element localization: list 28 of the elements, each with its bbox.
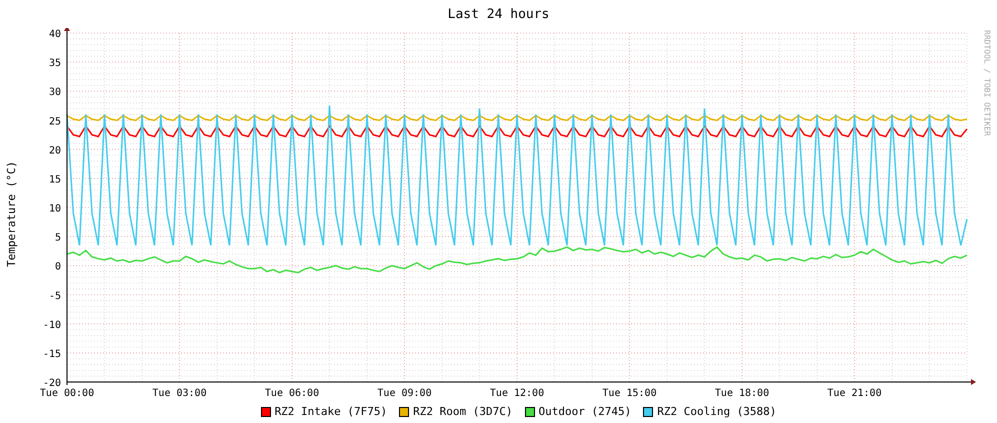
- legend-label: RZ2 Cooling (3588): [657, 405, 776, 418]
- axis-label: 30: [48, 87, 61, 98]
- axis-label: 5: [54, 232, 61, 244]
- axis-label: Tue 09:00: [377, 388, 432, 399]
- axis-label: 10: [48, 204, 61, 214]
- axis-label: 20: [48, 145, 61, 156]
- axis-label: 35: [48, 58, 61, 70]
- legend-label: RZ2 Room (3D7C): [413, 405, 512, 418]
- axis-label: -10: [42, 320, 61, 331]
- chart-title: Last 24 hours: [448, 6, 550, 22]
- credit-text: RRDTOOL / TOBI OETIKER: [982, 30, 992, 136]
- axis-title: Temperature (°C): [4, 161, 18, 267]
- legend-label: Outdoor (2745): [538, 405, 632, 418]
- axis-label: 0: [54, 262, 61, 273]
- axis-label: Tue 12:00: [490, 388, 544, 399]
- legend-label: RZ2 Intake (7F75): [274, 405, 388, 418]
- axis-label: Tue 06:00: [264, 388, 320, 399]
- axis-label: 40: [48, 29, 61, 40]
- axis-label: Tue 18:00: [714, 388, 770, 399]
- axis-label: -20: [42, 378, 61, 389]
- axis-label: Tue 00:00: [40, 388, 94, 399]
- axis-label: -5: [48, 290, 61, 302]
- axis-label: Tue 15:00: [602, 388, 657, 399]
- axis-label: 25: [48, 116, 61, 128]
- axis-label: Tue 03:00: [152, 388, 207, 399]
- axis-label: Tue 21:00: [827, 388, 882, 399]
- axis-label: -15: [42, 348, 61, 360]
- axis-label: 15: [48, 174, 61, 186]
